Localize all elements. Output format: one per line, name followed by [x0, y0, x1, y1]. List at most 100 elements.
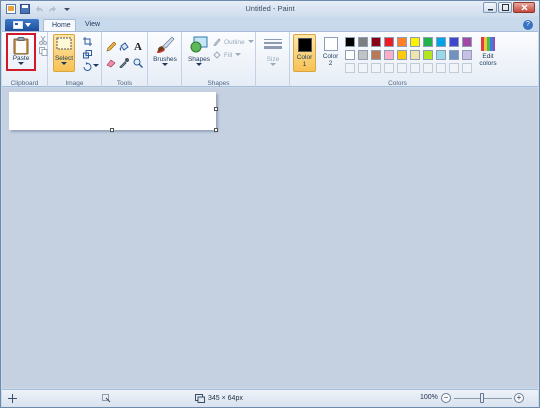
shapes-button[interactable]: Shapes [185, 36, 213, 67]
color-2-label: Color [322, 53, 339, 60]
zoom-slider-thumb[interactable] [480, 393, 484, 403]
color-swatch[interactable] [436, 37, 446, 47]
color-swatch[interactable] [423, 63, 433, 73]
size-button[interactable]: Size [260, 38, 286, 67]
color-swatch[interactable] [371, 63, 381, 73]
ribbon: Paste Clipboard Select Image A Tools Bru… [2, 31, 538, 88]
color-swatch[interactable] [384, 37, 394, 47]
color-swatch[interactable] [358, 63, 368, 73]
select-label: Select [54, 55, 74, 62]
color-swatch[interactable] [371, 37, 381, 47]
fill-button[interactable]: Fill [213, 51, 242, 59]
color-swatch[interactable] [384, 50, 394, 60]
clipboard-group-label: Clipboard [10, 80, 39, 87]
status-bar: 345 × 64px 100% − + [2, 389, 538, 407]
paste-button[interactable]: Paste [6, 33, 36, 71]
tab-home[interactable]: Home [43, 19, 76, 31]
color-swatch[interactable] [410, 50, 420, 60]
maximize-button[interactable] [498, 2, 512, 13]
outline-icon [213, 38, 221, 46]
color-swatch[interactable] [345, 63, 355, 73]
colors-group: Color 1 Color 2 Edit colors Colors [290, 32, 505, 88]
resize-handle-bottom[interactable] [110, 128, 114, 132]
help-icon[interactable]: ? [523, 20, 533, 30]
copy-icon[interactable] [38, 46, 48, 56]
select-button[interactable]: Select [53, 34, 75, 72]
window-title: Untitled - Paint [245, 4, 295, 13]
clipboard-icon [13, 37, 29, 55]
canvas-workspace[interactable] [2, 88, 538, 388]
fill-icon [213, 51, 221, 59]
text-icon[interactable]: A [133, 41, 143, 53]
color-swatch[interactable] [397, 63, 407, 73]
color-swatch[interactable] [449, 50, 459, 60]
color-2-number: 2 [328, 60, 333, 67]
edit-colors-button[interactable]: Edit colors [475, 34, 501, 72]
color-1-button[interactable]: Color 1 [293, 34, 316, 72]
color-swatch[interactable] [371, 50, 381, 60]
close-button[interactable] [513, 2, 535, 13]
color-swatch[interactable] [410, 37, 420, 47]
image-size: 345 × 64px [195, 394, 243, 403]
magnifier-icon[interactable] [133, 58, 143, 68]
shapes-group-label: Shapes [207, 80, 230, 87]
color-swatch[interactable] [449, 37, 459, 47]
color-swatch[interactable] [397, 50, 407, 60]
zoom-out-button[interactable]: − [441, 393, 451, 403]
fill-label: Fill [224, 51, 233, 59]
resize-icon[interactable] [82, 49, 92, 59]
color-swatch[interactable] [358, 37, 368, 47]
size-group: Size [256, 32, 290, 88]
color-swatch[interactable] [397, 37, 407, 47]
chevron-down-icon [162, 63, 168, 66]
color-swatch[interactable] [449, 63, 459, 73]
image-group: Select Image [48, 32, 102, 88]
drawing-canvas[interactable] [9, 92, 216, 130]
image-size-value: 345 × 64px [208, 395, 243, 402]
color-swatch[interactable] [384, 63, 394, 73]
color-wheel-icon [481, 37, 495, 51]
image-size-icon [195, 394, 205, 403]
cut-icon[interactable] [38, 35, 48, 45]
zoom-in-button[interactable]: + [514, 393, 524, 403]
size-label: Size [266, 56, 280, 63]
color-swatch[interactable] [436, 63, 446, 73]
color-swatch[interactable] [423, 50, 433, 60]
color-2-button[interactable]: Color 2 [319, 34, 342, 72]
color-swatch[interactable] [358, 50, 368, 60]
menu-icon [13, 21, 23, 29]
edit-colors-label: Edit colors [479, 53, 497, 67]
brushes-label: Brushes [153, 56, 177, 63]
resize-handle-right[interactable] [214, 107, 218, 111]
chevron-down-icon[interactable] [91, 61, 101, 71]
paint-menu-button[interactable] [5, 19, 39, 31]
colors-group-label: Colors [388, 80, 407, 87]
color-2-swatch [323, 37, 338, 51]
resize-handle-corner[interactable] [214, 128, 218, 132]
color-1-number: 1 [302, 61, 307, 68]
color-swatch[interactable] [410, 63, 420, 73]
pencil-icon[interactable] [106, 42, 116, 52]
fill-bucket-icon[interactable] [119, 42, 129, 52]
brushes-button[interactable]: Brushes [151, 36, 179, 67]
color-swatch[interactable] [345, 50, 355, 60]
shapes-label: Shapes [187, 56, 211, 63]
color-swatch[interactable] [423, 37, 433, 47]
color-1-swatch [297, 38, 312, 52]
crop-icon[interactable] [82, 36, 92, 46]
color-swatch[interactable] [462, 50, 472, 60]
eraser-icon[interactable] [106, 58, 116, 68]
window-controls [483, 2, 535, 13]
color-picker-icon[interactable] [119, 58, 129, 68]
selection-size-icon [102, 394, 111, 403]
color-swatch[interactable] [462, 37, 472, 47]
tab-view[interactable]: View [77, 19, 107, 31]
minimize-button[interactable] [483, 2, 497, 13]
color-swatch[interactable] [345, 37, 355, 47]
chevron-down-icon [196, 63, 202, 66]
color-swatch[interactable] [462, 63, 472, 73]
color-swatch[interactable] [436, 50, 446, 60]
chevron-down-icon [247, 40, 254, 43]
outline-button[interactable]: Outline [213, 38, 254, 46]
clipboard-group: Paste Clipboard [2, 32, 48, 88]
